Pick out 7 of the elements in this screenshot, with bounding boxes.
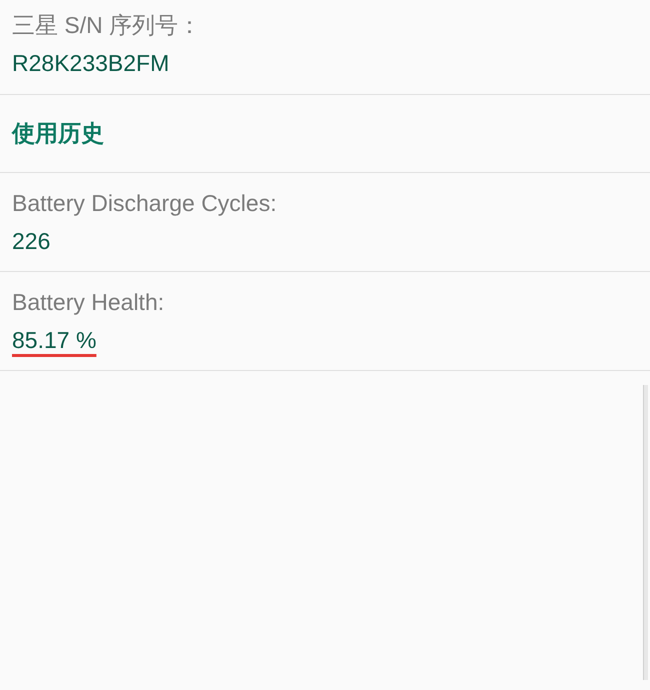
field-value: R28K233B2FM xyxy=(12,49,170,77)
section-header: 使用历史 xyxy=(12,119,105,148)
field-value: 85.17 % xyxy=(12,326,96,354)
field-value: 226 xyxy=(12,227,50,255)
field-label: Battery Health: xyxy=(12,288,166,316)
field-label: 三星 S/N 序列号： xyxy=(12,11,202,39)
field-label: Battery Discharge Cycles: xyxy=(12,189,278,217)
